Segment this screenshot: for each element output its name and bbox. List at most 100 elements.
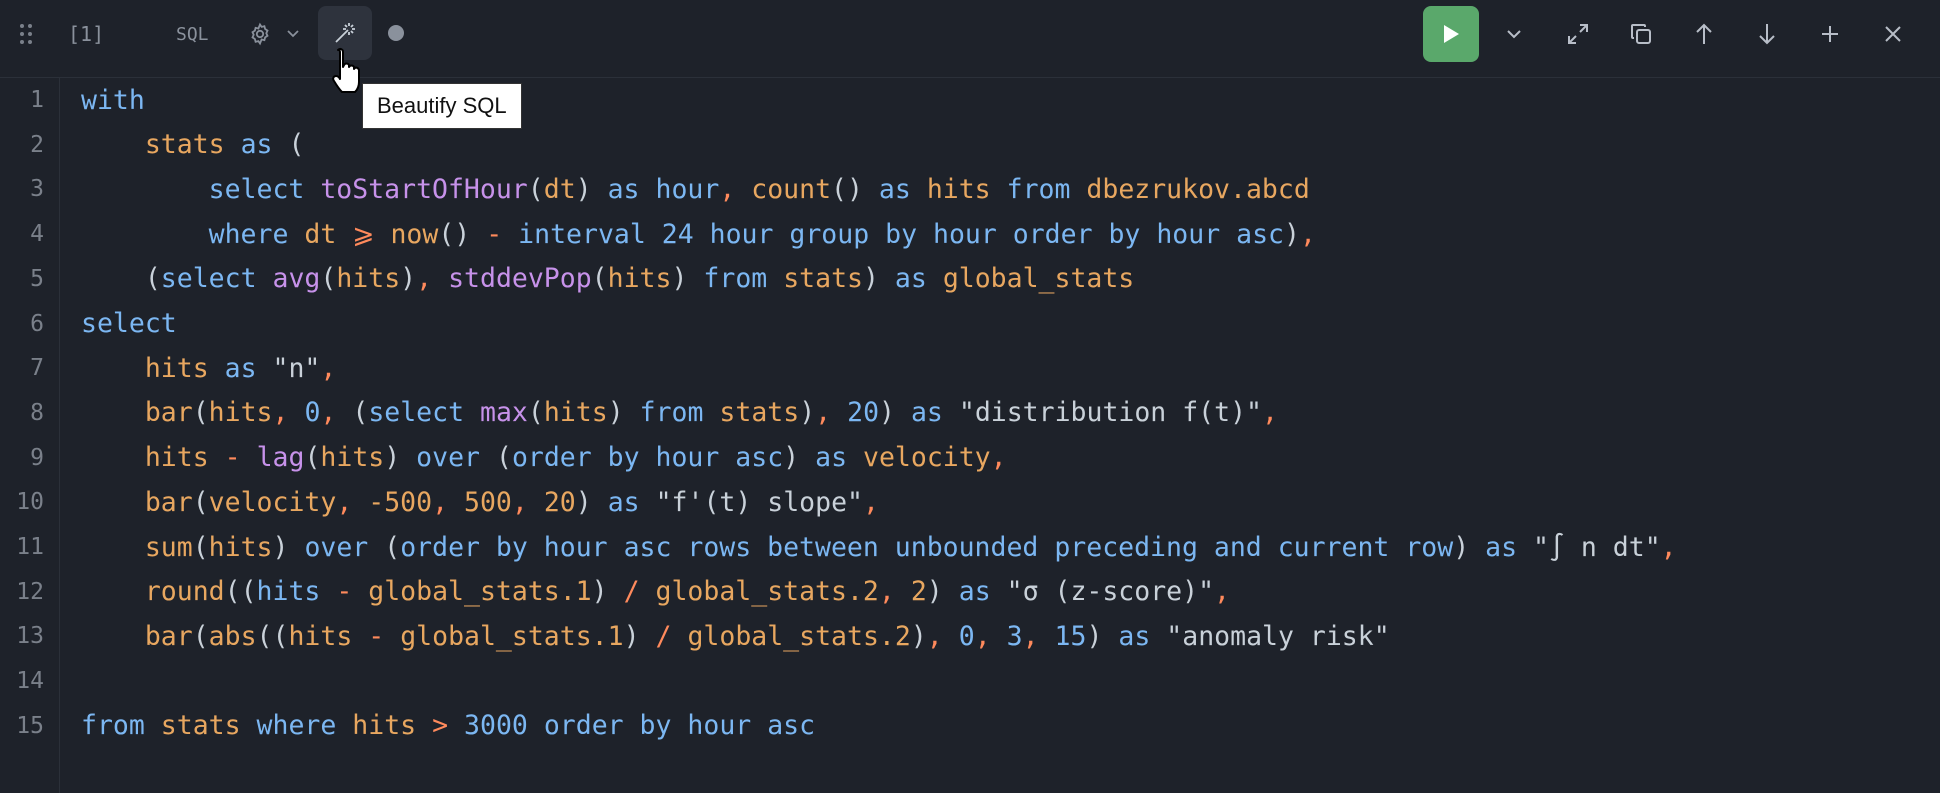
code-token: ,: [990, 442, 1007, 474]
code-token: ,: [336, 486, 353, 518]
chevron-down-icon[interactable]: [284, 24, 302, 44]
code-token: order by hour asc: [543, 710, 816, 742]
code-line[interactable]: 11 sum(hits) over (order by hour asc row…: [0, 525, 1940, 569]
code-line[interactable]: 7 hits as "n",: [0, 346, 1940, 390]
code-line[interactable]: 13 bar(abs((hits - global_stats.1) / glo…: [0, 614, 1940, 658]
code-token: "anomaly risk": [1166, 620, 1390, 652]
line-number: 5: [30, 265, 44, 292]
line-number: 13: [16, 623, 44, 650]
line-number: 4: [30, 221, 44, 248]
code-text: round((hits - global_stats.1) / global_s…: [81, 576, 1230, 607]
code-token: (): [831, 173, 863, 205]
code-line[interactable]: 9 hits - lag(hits) over (order by hour a…: [0, 436, 1940, 480]
code-token: lag: [256, 442, 305, 474]
code-token: where: [256, 710, 337, 742]
duplicate-icon[interactable]: [1623, 16, 1659, 52]
code-line[interactable]: 12 round((hits - global_stats.1) / globa…: [0, 570, 1940, 614]
code-token: ): [1453, 531, 1470, 563]
code-line[interactable]: 6 select: [0, 302, 1940, 346]
code-token: ): [623, 620, 640, 652]
code-text: stats as (: [81, 129, 305, 161]
code-token: max: [480, 397, 528, 429]
code-token: (: [320, 263, 337, 295]
drag-handle-icon[interactable]: [16, 22, 36, 46]
code-token: (: [384, 531, 401, 563]
code-token: select: [208, 173, 305, 205]
run-button[interactable]: [1423, 6, 1479, 62]
code-token: global_stats.1: [368, 576, 592, 608]
arrow-up-icon[interactable]: [1686, 16, 1722, 52]
code-token: 3000: [464, 710, 528, 742]
code-text: bar(abs((hits - global_stats.1) / global…: [81, 621, 1390, 652]
code-token: ): [862, 263, 879, 295]
code-token: ,: [511, 486, 528, 518]
code-token: from: [81, 710, 145, 742]
code-token: ,: [815, 397, 832, 429]
code-token: as: [878, 173, 911, 205]
code-line[interactable]: 1 with: [0, 78, 1940, 122]
cell-toolbar: [1] SQL: [0, 0, 1940, 78]
code-token: select: [160, 263, 257, 295]
code-line[interactable]: 2 stats as (: [0, 123, 1940, 167]
close-icon[interactable]: [1875, 16, 1911, 52]
code-line[interactable]: 4 where dt ⩾ now() - interval 24 hour gr…: [0, 212, 1940, 256]
gear-icon[interactable]: [244, 18, 276, 50]
code-token: hits: [352, 710, 417, 742]
arrow-down-icon[interactable]: [1749, 16, 1785, 52]
code-token: bar: [144, 397, 193, 429]
code-token: 500: [464, 486, 512, 518]
code-token: hits: [208, 397, 273, 429]
code-token: (: [288, 129, 305, 161]
code-token: hits: [144, 442, 209, 474]
code-line[interactable]: 3 select toStartOfHour(dt) as hour, coun…: [0, 167, 1940, 211]
hand-cursor-icon: [328, 46, 364, 96]
run-options-chevron-icon[interactable]: [1496, 16, 1532, 52]
status-dot-icon: [388, 25, 404, 41]
line-number: 12: [16, 578, 44, 605]
code-token: (: [304, 442, 321, 474]
code-token: bar: [144, 620, 193, 652]
code-token: as: [1485, 531, 1518, 563]
code-token: as: [958, 576, 991, 608]
expand-icon[interactable]: [1560, 16, 1596, 52]
code-token: /: [655, 620, 672, 652]
code-token: 0: [304, 397, 321, 429]
code-line[interactable]: 14: [0, 659, 1940, 703]
code-token: hits: [926, 173, 991, 205]
code-token: ,: [863, 486, 879, 518]
code-token: global_stats: [942, 263, 1135, 295]
code-token: stats: [160, 710, 241, 742]
code-token: ): [400, 263, 417, 295]
plus-icon[interactable]: [1812, 16, 1848, 52]
code-line[interactable]: 15 from stats where hits > 3000 order by …: [0, 704, 1940, 748]
code-line[interactable]: 10 bar(velocity, -500, 500, 20) as "f'(t…: [0, 480, 1940, 524]
line-number: 3: [30, 176, 44, 203]
code-line[interactable]: 8 bar(hits, 0, (select max(hits) from st…: [0, 391, 1940, 435]
language-label[interactable]: SQL: [176, 18, 209, 50]
code-token: ,: [432, 486, 449, 518]
code-line[interactable]: 5 (select avg(hits), stddevPop(hits) fro…: [0, 257, 1940, 301]
code-token: (: [527, 397, 544, 429]
code-editor[interactable]: 1 with 2 stats as (3 select toStartOfHour(…: [0, 78, 1940, 793]
code-token: ((: [256, 620, 289, 652]
code-token: ,: [974, 620, 991, 652]
code-token: stats: [719, 397, 800, 429]
